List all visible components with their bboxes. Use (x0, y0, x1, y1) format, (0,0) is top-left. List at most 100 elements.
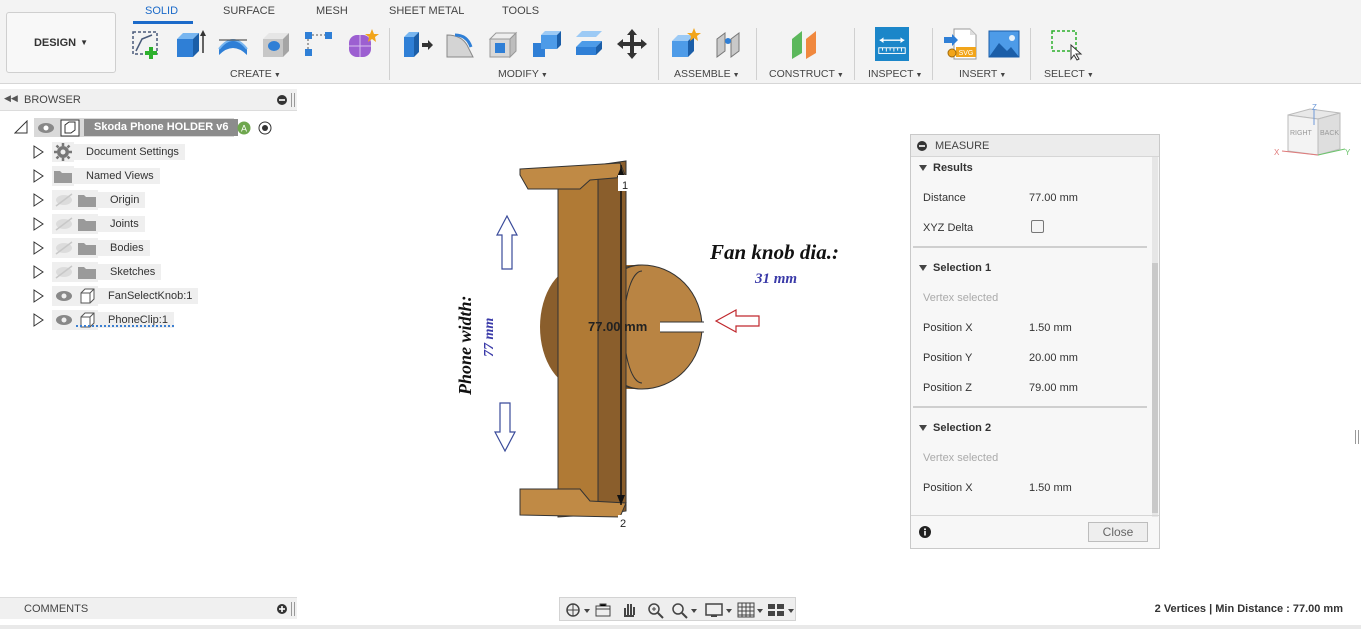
browser-item-phoneclip[interactable]: PhoneClip:1 (52, 310, 174, 330)
pattern-icon[interactable] (302, 27, 336, 61)
new-component-icon[interactable] (668, 27, 702, 61)
display-settings-icon[interactable] (704, 601, 734, 619)
hidden-eye-icon[interactable] (52, 262, 76, 282)
viewcube-back-face[interactable]: BACK (1320, 130, 1339, 137)
browser-item-fanselectknob[interactable]: FanSelectKnob:1 (52, 286, 199, 306)
offset-plane-icon[interactable] (788, 27, 822, 61)
grid-settings-icon[interactable] (736, 601, 764, 619)
create-sketch-icon[interactable] (130, 27, 164, 61)
radio-active-icon[interactable] (258, 121, 272, 135)
revolve-icon[interactable] (216, 27, 250, 61)
measure-scrollbar[interactable] (1152, 157, 1158, 517)
root-component-label[interactable]: Skoda Phone HOLDER v6 (84, 119, 239, 136)
right-panel-handle[interactable] (1355, 430, 1359, 444)
tab-surface[interactable]: SURFACE (223, 5, 275, 17)
tab-solid[interactable]: SOLID (145, 5, 178, 17)
create-menu[interactable]: CREATE ▼ (230, 68, 281, 80)
browser-item-origin[interactable]: Origin (52, 190, 146, 210)
shell-icon[interactable] (486, 27, 520, 61)
pan-hand-icon[interactable] (620, 600, 638, 618)
look-at-icon[interactable] (594, 601, 612, 619)
move-icon[interactable] (615, 27, 649, 61)
hidden-eye-icon[interactable] (52, 214, 76, 234)
results-section-toggle[interactable]: Results (919, 162, 973, 174)
selection-2-x-label: Position X (923, 482, 973, 494)
measure-dialog-header[interactable]: MEASURE (911, 135, 1159, 157)
tab-mesh[interactable]: MESH (316, 5, 348, 17)
panel-pin-handle[interactable] (291, 602, 295, 616)
minimize-icon[interactable] (917, 141, 927, 151)
browser-item-document-settings[interactable]: Document Settings (52, 142, 185, 162)
visibility-eye-icon[interactable] (52, 310, 76, 330)
collapse-panel-icon[interactable]: ◀◀ (4, 93, 18, 104)
link-underline (76, 324, 174, 327)
construct-menu[interactable]: CONSTRUCT ▼ (769, 68, 844, 80)
hole-icon[interactable] (259, 27, 293, 61)
hidden-eye-icon[interactable] (52, 238, 76, 258)
gear-icon (52, 142, 74, 162)
chevron-down-icon: ▼ (732, 72, 740, 79)
insert-canvas-icon[interactable] (987, 27, 1021, 61)
joint-icon[interactable] (711, 27, 745, 61)
xyz-delta-checkbox[interactable] (1031, 220, 1044, 233)
select-menu[interactable]: SELECT ▼ (1044, 68, 1094, 80)
zoom-icon[interactable] (670, 601, 698, 619)
zoom-window-icon[interactable] (646, 601, 666, 619)
assemble-menu[interactable]: ASSEMBLE ▼ (674, 68, 740, 80)
orbit-icon[interactable] (564, 601, 590, 619)
tree-item-label: Sketches (98, 264, 162, 280)
scrollbar-thumb[interactable] (1152, 263, 1158, 513)
toolbar-divider (1030, 28, 1031, 80)
selection-1-toggle[interactable]: Selection 1 (919, 262, 991, 274)
assemble-menu-label: ASSEMBLE (674, 68, 731, 80)
create-form-icon[interactable] (345, 27, 379, 61)
visibility-eye-icon[interactable] (52, 286, 76, 306)
insert-svg-icon[interactable]: SVG (944, 27, 978, 61)
collapse-triangle-icon[interactable] (14, 120, 28, 134)
viewports-icon[interactable] (766, 601, 796, 619)
viewcube-right-face[interactable]: RIGHT (1290, 130, 1313, 137)
expand-triangle-icon[interactable] (32, 169, 44, 183)
offset-face-icon[interactable] (572, 27, 606, 61)
measure-tool-icon[interactable] (875, 27, 909, 61)
visibility-eye-icon[interactable] (37, 122, 55, 134)
view-cube[interactable]: RIGHT BACK Z Y X (1274, 103, 1351, 157)
close-button[interactable]: Close (1088, 522, 1148, 542)
comments-panel-header[interactable]: COMMENTS (0, 597, 297, 619)
activate-component-icon[interactable]: A (237, 121, 251, 135)
combine-icon[interactable] (529, 27, 563, 61)
inspect-menu[interactable]: INSPECT ▼ (868, 68, 922, 80)
hidden-eye-icon[interactable] (52, 190, 76, 210)
expand-triangle-icon[interactable] (32, 265, 44, 279)
info-icon[interactable] (919, 526, 931, 538)
caret-down-icon (919, 265, 927, 272)
expand-triangle-icon[interactable] (32, 193, 44, 207)
modify-menu[interactable]: MODIFY ▼ (498, 68, 548, 80)
panel-pin-handle[interactable] (291, 93, 295, 107)
insert-menu[interactable]: INSERT ▼ (959, 68, 1006, 80)
selection-1-z-value: 79.00 mm (1029, 382, 1078, 394)
workspace-switcher-button[interactable]: DESIGN ▼ (6, 12, 116, 73)
extrude-icon[interactable] (173, 27, 207, 61)
svg-badge-label: SVG (959, 50, 974, 57)
minimize-icon[interactable] (277, 95, 287, 105)
chevron-down-icon: ▼ (540, 72, 548, 79)
add-comment-icon[interactable] (277, 604, 287, 614)
window-select-icon[interactable] (1049, 27, 1083, 61)
tab-sheet-metal[interactable]: SHEET METAL (389, 5, 464, 17)
browser-item-joints[interactable]: Joints (52, 214, 145, 234)
browser-item-sketches[interactable]: Sketches (52, 262, 162, 282)
browser-item-bodies[interactable]: Bodies (52, 238, 150, 258)
expand-triangle-icon[interactable] (32, 241, 44, 255)
3d-viewport[interactable]: 1 2 77.00 mm Fan knob dia.: 31 mm Phone … (300, 85, 1361, 595)
tab-tools[interactable]: TOOLS (502, 5, 539, 17)
expand-triangle-icon[interactable] (32, 289, 44, 303)
phone-clip-model[interactable] (519, 160, 627, 518)
expand-triangle-icon[interactable] (32, 217, 44, 231)
press-pull-icon[interactable] (400, 27, 434, 61)
expand-triangle-icon[interactable] (32, 313, 44, 327)
fillet-icon[interactable] (443, 27, 477, 61)
selection-2-toggle[interactable]: Selection 2 (919, 422, 991, 434)
expand-triangle-icon[interactable] (32, 145, 44, 159)
browser-item-named-views[interactable]: Named Views (52, 166, 160, 186)
